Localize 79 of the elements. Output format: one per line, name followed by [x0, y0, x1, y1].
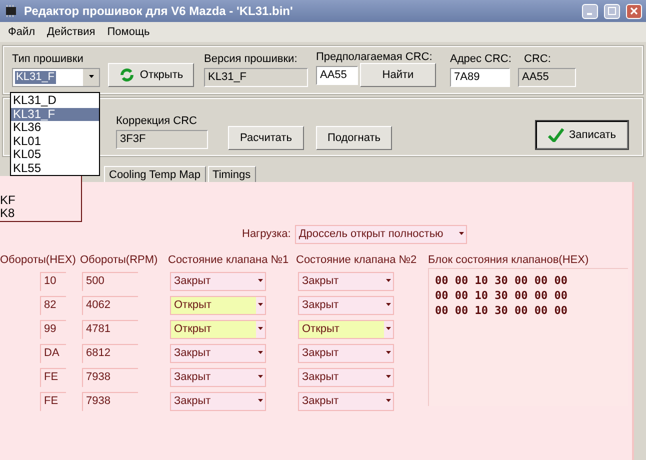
- close-icon: [630, 7, 638, 15]
- chip-icon: [4, 4, 18, 18]
- hex-field[interactable]: FE: [40, 368, 66, 387]
- find-button[interactable]: Найти: [360, 63, 436, 87]
- rpm-field[interactable]: 500: [82, 272, 138, 291]
- caret-icon: [256, 279, 265, 284]
- version-field: KL31_F: [204, 68, 308, 87]
- crc-address-field[interactable]: 7A89: [450, 68, 510, 87]
- field-label: Коррекция CRC: [116, 115, 198, 127]
- caret-icon: [384, 279, 393, 284]
- caret-icon: [384, 303, 393, 308]
- valve-dropdown[interactable]: Закрыт: [298, 344, 394, 363]
- rpm-field[interactable]: 4781: [82, 320, 138, 339]
- caret-icon: [456, 232, 466, 236]
- refresh-icon: [118, 67, 135, 83]
- window-title: Редактор прошивок для V6 Mazda - 'KL31.bin': [24, 4, 294, 18]
- load-dropdown[interactable]: Дроссель открыт полностью: [294, 224, 467, 244]
- open-button[interactable]: Открыть: [108, 63, 194, 87]
- valve-dropdown[interactable]: Закрыт: [170, 344, 266, 363]
- maximize-button[interactable]: [604, 4, 620, 18]
- crc-field: AA55: [518, 68, 576, 87]
- expected-crc-field[interactable]: AA55: [316, 66, 358, 85]
- field-label: Версия прошивки:: [204, 53, 298, 65]
- minimize-button[interactable]: [582, 4, 598, 18]
- hex-field[interactable]: 10: [40, 272, 66, 291]
- hex-field[interactable]: FE: [40, 392, 66, 411]
- field-label: Предполагаемая CRC:: [316, 51, 434, 63]
- caret-icon: [256, 399, 265, 404]
- tab[interactable]: Cooling Temp Map: [104, 166, 206, 182]
- rpm-field[interactable]: 4062: [82, 296, 138, 315]
- valve-dropdown[interactable]: Закрыт: [298, 296, 394, 315]
- hex-field[interactable]: 82: [40, 296, 66, 315]
- rpm-field[interactable]: 7938: [82, 392, 138, 411]
- field-label: Тип прошивки: [12, 53, 84, 65]
- valve-dropdown[interactable]: Открыт: [170, 296, 266, 315]
- valve-dropdown[interactable]: Закрыт: [298, 392, 394, 411]
- menu-item[interactable]: Помощь: [107, 26, 150, 38]
- caret-icon: [384, 327, 393, 332]
- caret-icon: [256, 303, 265, 308]
- rpm-field[interactable]: 6812: [82, 344, 138, 363]
- menu-item[interactable]: Файл: [8, 26, 36, 38]
- valve-dropdown[interactable]: Закрыт: [170, 392, 266, 411]
- hex-field[interactable]: 99: [40, 320, 66, 339]
- column-header: Состояние клапана №1: [168, 254, 290, 268]
- caret-icon: [384, 375, 393, 380]
- column-header: Обороты(RPM): [80, 254, 159, 268]
- list-fragment: KF K8: [0, 176, 82, 222]
- dropdown-item[interactable]: KL31_F: [11, 108, 99, 121]
- crc-correction-field: 3F3F: [116, 130, 208, 149]
- valve-dropdown[interactable]: Закрыт: [170, 368, 266, 387]
- field-label: Нагрузка:: [242, 228, 291, 240]
- field-label: Адрес CRC:: [450, 53, 510, 65]
- rpm-field[interactable]: 7938: [82, 368, 138, 387]
- caret-icon: [384, 399, 393, 404]
- hex-text-area[interactable]: 00 00 10 30 00 00 00 00 00 10 30 00 00 00 00 00 10 30 00 00 00: [428, 268, 628, 406]
- caret-icon: [384, 351, 393, 356]
- firmware-type-dropdown[interactable]: KL31_F: [12, 68, 100, 87]
- hex-field[interactable]: DA: [40, 344, 66, 363]
- valve-dropdown[interactable]: Закрыт: [298, 272, 394, 291]
- caret-icon: [86, 75, 96, 80]
- menu-item[interactable]: Действия: [47, 26, 96, 38]
- valve-dropdown[interactable]: Закрыт: [298, 368, 394, 387]
- caret-icon: [256, 351, 265, 356]
- field-label: CRC:: [523, 53, 552, 65]
- caret-icon: [256, 375, 265, 380]
- column-header: Блок состояния клапанов(HEX): [428, 254, 590, 268]
- valve-dropdown[interactable]: Открыт: [298, 320, 394, 339]
- column-header: Обороты(HEX): [0, 254, 77, 268]
- valve-dropdown[interactable]: Закрыт: [170, 272, 266, 291]
- close-button[interactable]: [626, 4, 642, 18]
- column-header: Состояние клапана №2: [296, 254, 418, 268]
- valve-dropdown[interactable]: Открыт: [170, 320, 266, 339]
- maximize-icon: [608, 7, 616, 15]
- tab[interactable]: Timings: [208, 166, 256, 182]
- checkmark-icon: [548, 128, 564, 142]
- calculate-button[interactable]: Расчитать: [228, 126, 304, 150]
- caret-icon: [256, 327, 265, 332]
- fit-button[interactable]: Подогнать: [316, 126, 392, 150]
- write-button[interactable]: Записать: [536, 121, 628, 149]
